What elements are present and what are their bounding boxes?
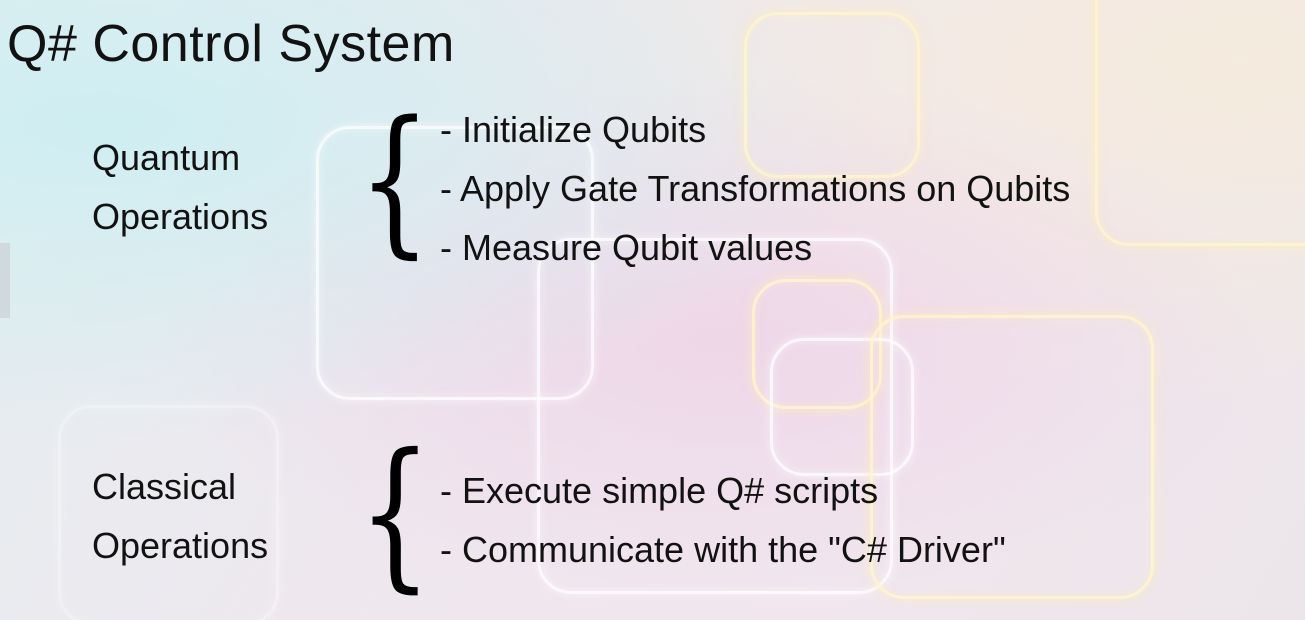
section-label-line: Quantum [92, 137, 241, 178]
quantum-operations-list: - Initialize Qubits - Apply Gate Transfo… [440, 100, 1070, 277]
section-label-line: Operations [92, 525, 269, 566]
section-label-line: Classical [92, 466, 237, 507]
list-item: - Execute simple Q# scripts [440, 470, 879, 511]
classical-operations-list: - Execute simple Q# scripts - Communicat… [440, 461, 1006, 579]
side-tab-marker [0, 243, 10, 318]
curly-brace-icon: { [358, 420, 433, 608]
list-item: - Apply Gate Transformations on Qubits [440, 168, 1071, 209]
section-label-line: Operations [92, 196, 269, 237]
slide-title: Q# Control System [7, 15, 455, 73]
curly-brace-icon: { [358, 86, 432, 273]
section-label-quantum: Quantum Operations [92, 128, 268, 246]
list-item: - Measure Qubit values [440, 227, 813, 268]
list-item: - Communicate with the "C# Driver" [440, 529, 1006, 570]
decorative-frame [1095, 0, 1305, 246]
list-item: - Initialize Qubits [440, 109, 707, 150]
slide: Q# Control System Quantum Operations { -… [0, 0, 1305, 620]
section-label-classical: Classical Operations [92, 457, 268, 575]
